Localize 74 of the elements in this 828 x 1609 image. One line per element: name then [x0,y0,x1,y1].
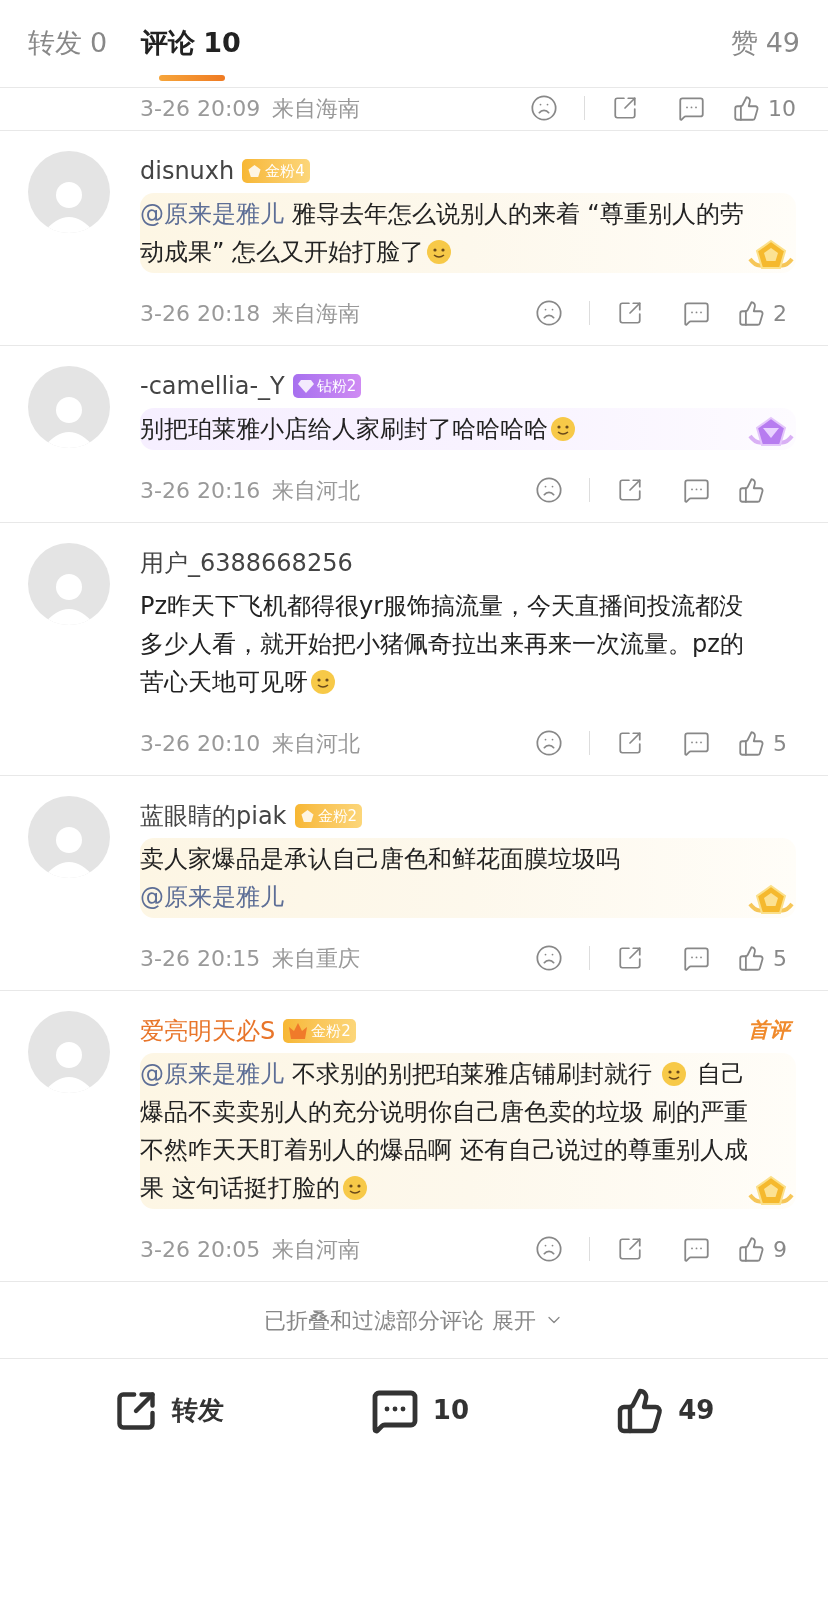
fan-badge: 金粉2 [283,1019,356,1043]
comment-icon [682,476,710,504]
comment-time: 3-26 20:15 [140,944,261,973]
share-icon [617,1236,643,1262]
comment-icon [682,944,710,972]
comment-icon [677,94,705,122]
comment-location: 来自重庆 [272,944,361,973]
user-name[interactable]: disnuxh [140,153,235,189]
like-action-button[interactable]: 49 [616,1386,715,1435]
emoji-icon [341,1175,368,1201]
medal-icon [299,808,315,824]
tab[interactable]: 赞 49 [730,0,800,87]
mention-link[interactable]: @原来是雅儿 [140,883,284,911]
fan-badge: 金粉2 [294,804,363,828]
frown-icon [530,94,558,122]
fan-badge: 钻粉2 [292,374,362,398]
frown-icon [535,1235,563,1263]
frown-icon [535,476,563,504]
user-name[interactable]: 蓝眼睛的piak [140,798,287,834]
expand-collapsed-button[interactable]: 已折叠和过滤部分评论 展开 [264,1303,564,1337]
comment-text: @原来是雅儿 雅导去年怎么说别人的来着 “尊重别人的劳动成果” 怎么又开始打脸了 [140,199,745,268]
comment-time: 3-26 20:18 [140,299,261,328]
comment-icon [682,1235,710,1263]
thumbs-up-icon [738,476,765,504]
tab[interactable]: 评论 10 [141,0,241,87]
share-icon [617,300,643,326]
comment-location: 来自海南 [272,299,361,328]
frown-icon [535,944,563,972]
share-icon [617,945,643,971]
emoji-icon [426,239,453,265]
mention-link[interactable]: @原来是雅儿 [140,1060,284,1088]
comment-icon [682,729,710,757]
frown-icon [535,299,563,327]
comment-time: 3-26 20:10 [140,729,261,758]
fan-badge: 金粉4 [242,159,310,183]
diamond-icon [297,379,314,393]
thumbs-up-icon [738,729,765,757]
comment-location: 来自河北 [272,476,361,505]
comment-time: 3-26 20:09 [140,94,261,123]
comment-location: 来自河北 [272,729,361,758]
emoji-icon [550,416,576,442]
thumbs-up-icon [733,94,760,122]
emoji-icon [310,669,336,695]
user-name[interactable]: 爱亮明天必S [140,1013,276,1049]
comment-time: 3-26 20:05 [140,1235,261,1264]
share-icon [617,730,643,756]
comment-text: 卖人家爆品是承认自己唐色和鲜花面膜垃圾吗 @原来是雅儿 [140,844,621,913]
medal-icon [247,163,263,179]
comment-text: Pz昨天下飞机都得很yr服饰搞流量，今天直播间投流都没多少人看，就开始把小猪佩奇拉出来再来一次流量。pz的苦心天地可见呀 [140,591,745,698]
thumbs-up-icon [616,1386,665,1435]
comment-action-button[interactable]: 10 [370,1386,469,1435]
comment-time: 3-26 20:16 [140,476,261,505]
like-button[interactable]: 2 [738,296,796,330]
like-button[interactable]: 10 [733,91,796,125]
share-icon [612,95,638,121]
user-name[interactable]: -camellia-_Y [140,368,285,404]
repost-action-button[interactable]: 转发 [113,1388,224,1433]
like-button[interactable]: 9 [738,1232,796,1266]
emoji-icon [661,1061,688,1087]
crown-icon [288,1022,309,1040]
tab[interactable]: 转发 0 [28,0,108,87]
mention-link[interactable]: @原来是雅儿 [140,200,284,228]
thumbs-up-icon [738,299,765,327]
comment-location: 来自海南 [272,94,361,123]
comment-icon [682,299,710,327]
comment-text: @原来是雅儿 不求别的别把珀莱雅店铺刷封就行 自己爆品不卖卖别人的充分说明你自己唐色卖的垃圾 刷的严重不然咋天天盯着别人的爆品啊 还有自己说过的尊重别人成果 这句话挺打脸的 [140,1059,749,1204]
user-name[interactable]: 用户_6388668256 [140,545,353,581]
comment-location: 来自河南 [272,1235,361,1264]
thumbs-up-icon [738,944,765,972]
like-button[interactable]: 5 [738,941,796,975]
like-button[interactable]: 5 [738,726,796,760]
frown-icon [535,729,563,757]
share-icon [617,477,643,503]
thumbs-up-icon [738,1235,765,1263]
